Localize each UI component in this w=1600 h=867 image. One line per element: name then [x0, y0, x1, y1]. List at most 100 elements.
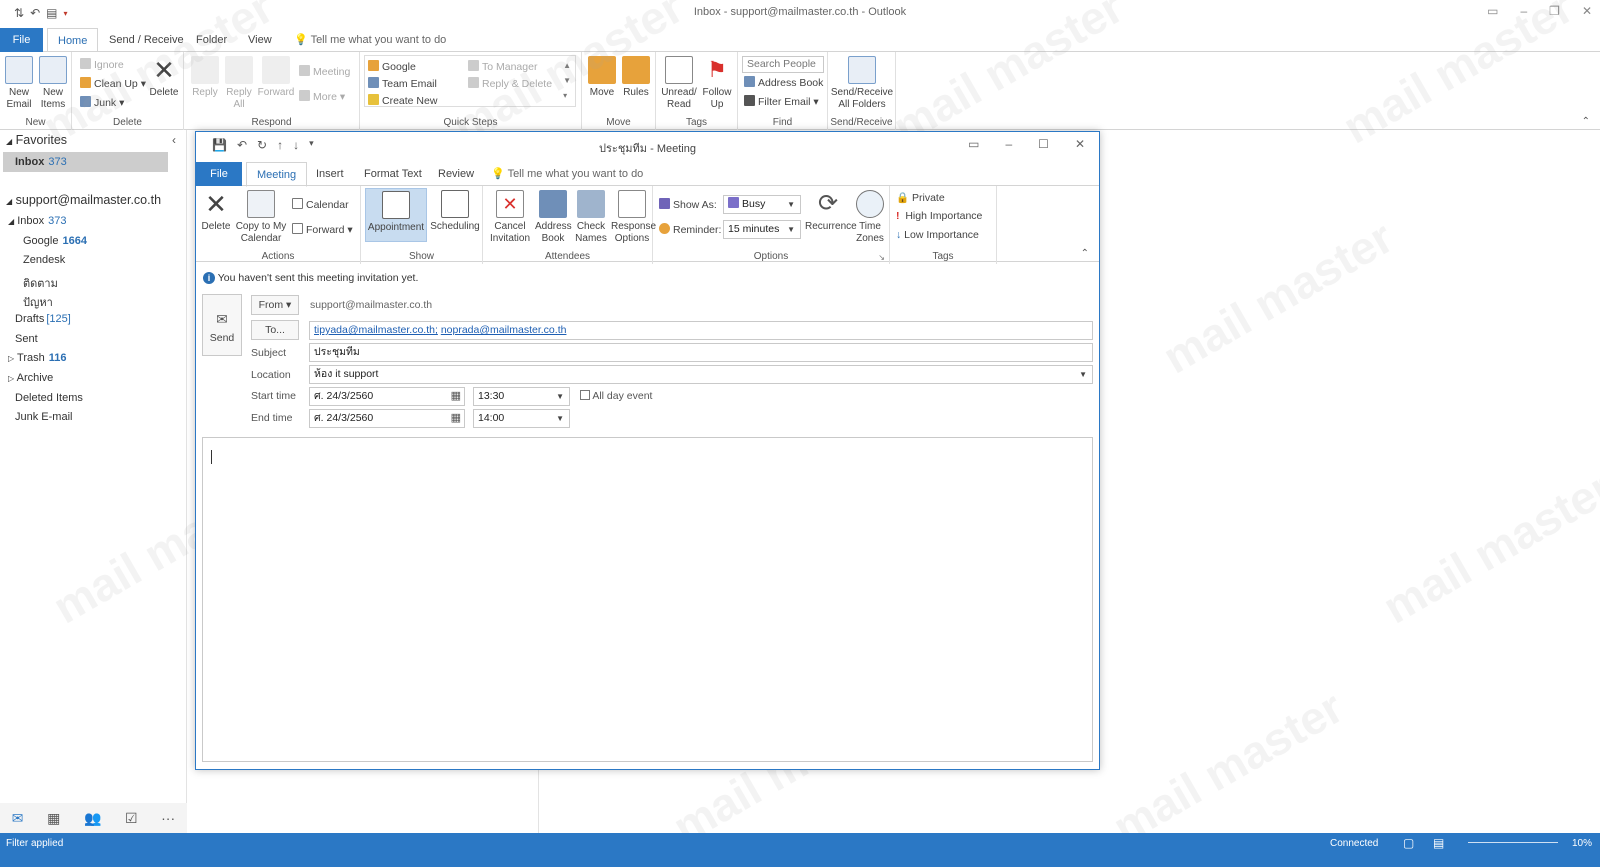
- filter-email-button[interactable]: Filter Email ▾: [744, 95, 819, 108]
- tab-file[interactable]: File: [196, 162, 242, 186]
- quick-step-create-new[interactable]: Create New: [368, 94, 437, 107]
- tab-format-text[interactable]: Format Text: [354, 162, 432, 186]
- tab-meeting[interactable]: Meeting: [246, 162, 308, 187]
- favorite-inbox[interactable]: Inbox 373: [15, 156, 67, 168]
- reply-all-button[interactable]: Reply All: [224, 56, 254, 111]
- normal-view-icon[interactable]: ▢: [1403, 836, 1414, 850]
- maximize-icon[interactable]: ☐: [1038, 137, 1049, 151]
- quick-step-reply-delete[interactable]: Reply & Delete: [468, 77, 552, 90]
- junk-button[interactable]: Junk ▾: [80, 96, 124, 109]
- tab-home[interactable]: Home: [47, 28, 99, 53]
- calendar-button[interactable]: Calendar: [292, 198, 349, 211]
- restore-icon[interactable]: ❐: [1549, 4, 1560, 18]
- minimize-icon[interactable]: –: [1005, 137, 1012, 151]
- new-items-button[interactable]: New Items: [36, 56, 70, 111]
- folder-google[interactable]: Google 1664: [23, 235, 87, 247]
- calendar-picker-icon[interactable]: ▦: [451, 410, 461, 427]
- delete-meeting-button[interactable]: ✕ Delete: [200, 190, 232, 233]
- quick-step-team-email[interactable]: Team Email: [368, 77, 437, 90]
- search-people-input[interactable]: Search People: [742, 56, 824, 73]
- rules-button[interactable]: Rules: [620, 56, 652, 99]
- delete-button[interactable]: ✕ Delete: [148, 56, 180, 99]
- ignore-button[interactable]: Ignore: [80, 58, 124, 71]
- reading-view-icon[interactable]: ▤: [1433, 836, 1444, 850]
- folder-zendesk[interactable]: Zendesk: [23, 254, 65, 266]
- to-field[interactable]: tipyada@mailmaster.co.th; noprada@mailma…: [309, 321, 1093, 340]
- tab-folder[interactable]: Folder: [186, 28, 237, 52]
- send-button[interactable]: ✉ Send: [202, 294, 242, 356]
- recurrence-button[interactable]: ⟳ Recurrence: [805, 190, 857, 233]
- more-apps-icon[interactable]: ···: [161, 810, 175, 826]
- forward-meeting-button[interactable]: Forward ▾: [292, 223, 353, 236]
- folder-follow[interactable]: ติดตาม: [23, 274, 58, 292]
- copy-to-calendar-button[interactable]: Copy to My Calendar: [234, 190, 288, 245]
- favorites-header[interactable]: ◢ Favorites: [6, 133, 67, 147]
- send-receive-all-button[interactable]: Send/Receive All Folders: [830, 56, 894, 111]
- collapse-ribbon-icon[interactable]: ⌃: [1582, 116, 1590, 127]
- folder-drafts[interactable]: Drafts [125]: [15, 313, 71, 325]
- dropdown-arrow-icon[interactable]: ▼: [1079, 366, 1087, 383]
- reminder-dropdown[interactable]: 15 minutes ▼: [723, 220, 801, 239]
- response-options-button[interactable]: Response Options: [611, 190, 656, 245]
- folder-trash[interactable]: ▷ Trash 116: [8, 352, 66, 364]
- collapse-ribbon-icon[interactable]: ⌃: [1081, 248, 1089, 259]
- tasks-icon[interactable]: ☑: [125, 810, 138, 827]
- account-header[interactable]: ◢ support@mailmaster.co.th: [6, 193, 161, 207]
- meeting-body-editor[interactable]: [202, 437, 1093, 762]
- low-importance-button[interactable]: ↓ Low Importance: [896, 229, 979, 241]
- tab-file[interactable]: File: [0, 28, 43, 52]
- mail-icon[interactable]: ✉: [12, 810, 24, 827]
- address-book-button[interactable]: Address Book: [744, 76, 823, 89]
- end-time-dropdown[interactable]: 14:00 ▼: [473, 409, 570, 428]
- move-button[interactable]: Move: [586, 56, 618, 99]
- tab-send-receive[interactable]: Send / Receive: [99, 28, 194, 52]
- tell-me-box[interactable]: 💡 Tell me what you want to do: [294, 28, 446, 52]
- meeting-reply-button[interactable]: Meeting: [299, 65, 350, 78]
- options-dialog-launcher-icon[interactable]: ↘: [878, 253, 885, 262]
- to-button[interactable]: To...: [251, 320, 299, 340]
- cancel-invitation-button[interactable]: ✕ Cancel Invitation: [487, 190, 533, 245]
- minimize-icon[interactable]: –: [1520, 4, 1527, 18]
- all-day-event-checkbox[interactable]: All day event: [580, 390, 652, 402]
- folder-problem[interactable]: ปัญหา: [23, 293, 53, 311]
- folder-archive[interactable]: ▷ Archive: [8, 372, 53, 384]
- follow-up-button[interactable]: ⚑ Follow Up: [700, 56, 734, 111]
- appointment-button[interactable]: Appointment: [365, 188, 427, 242]
- subject-input[interactable]: ประชุมทีม: [309, 343, 1093, 362]
- unread-read-button[interactable]: Unread/ Read: [660, 56, 698, 111]
- tab-review[interactable]: Review: [428, 162, 484, 186]
- new-email-button[interactable]: New Email: [4, 56, 34, 111]
- reply-button[interactable]: Reply: [190, 56, 220, 99]
- quick-step-google[interactable]: Google: [368, 60, 416, 73]
- folder-inbox[interactable]: ◢ Inbox 373: [8, 215, 67, 227]
- from-button[interactable]: From ▾: [251, 295, 299, 315]
- forward-button[interactable]: Forward: [257, 56, 295, 99]
- ribbon-display-icon[interactable]: ▭: [968, 137, 979, 151]
- location-input[interactable]: ห้อง it support ▼: [309, 365, 1093, 384]
- calendar-icon[interactable]: ▦: [47, 810, 60, 827]
- zoom-slider[interactable]: [1468, 842, 1558, 843]
- quick-step-to-manager[interactable]: To Manager: [468, 60, 537, 73]
- gallery-scroll[interactable]: ▲ ▼ ▾: [563, 58, 571, 103]
- folder-junk-email[interactable]: Junk E-mail: [15, 411, 72, 423]
- tell-me-box[interactable]: 💡 Tell me what you want to do: [491, 162, 643, 186]
- start-date-input[interactable]: ศ. 24/3/2560 ▦: [309, 387, 465, 406]
- people-icon[interactable]: 👥: [84, 810, 101, 827]
- folder-sent[interactable]: Sent: [15, 333, 38, 345]
- show-as-dropdown[interactable]: Busy ▼: [723, 195, 801, 214]
- end-date-input[interactable]: ศ. 24/3/2560 ▦: [309, 409, 465, 428]
- time-zones-button[interactable]: Time Zones: [853, 190, 887, 245]
- more-respond-button[interactable]: More ▾: [299, 90, 345, 103]
- close-icon[interactable]: ✕: [1582, 4, 1592, 18]
- address-book-button[interactable]: Address Book: [535, 190, 572, 245]
- ribbon-display-icon[interactable]: ▭: [1487, 4, 1498, 18]
- start-time-dropdown[interactable]: 13:30 ▼: [473, 387, 570, 406]
- high-importance-button[interactable]: ! High Importance: [896, 210, 982, 222]
- private-button[interactable]: 🔒 Private: [896, 191, 945, 204]
- clean-up-button[interactable]: Clean Up ▾: [80, 77, 146, 90]
- zoom-level[interactable]: 10%: [1572, 838, 1592, 849]
- collapse-pane-icon[interactable]: ‹: [172, 133, 176, 147]
- check-names-button[interactable]: Check Names: [573, 190, 609, 245]
- tab-insert[interactable]: Insert: [306, 162, 354, 186]
- calendar-picker-icon[interactable]: ▦: [451, 388, 461, 405]
